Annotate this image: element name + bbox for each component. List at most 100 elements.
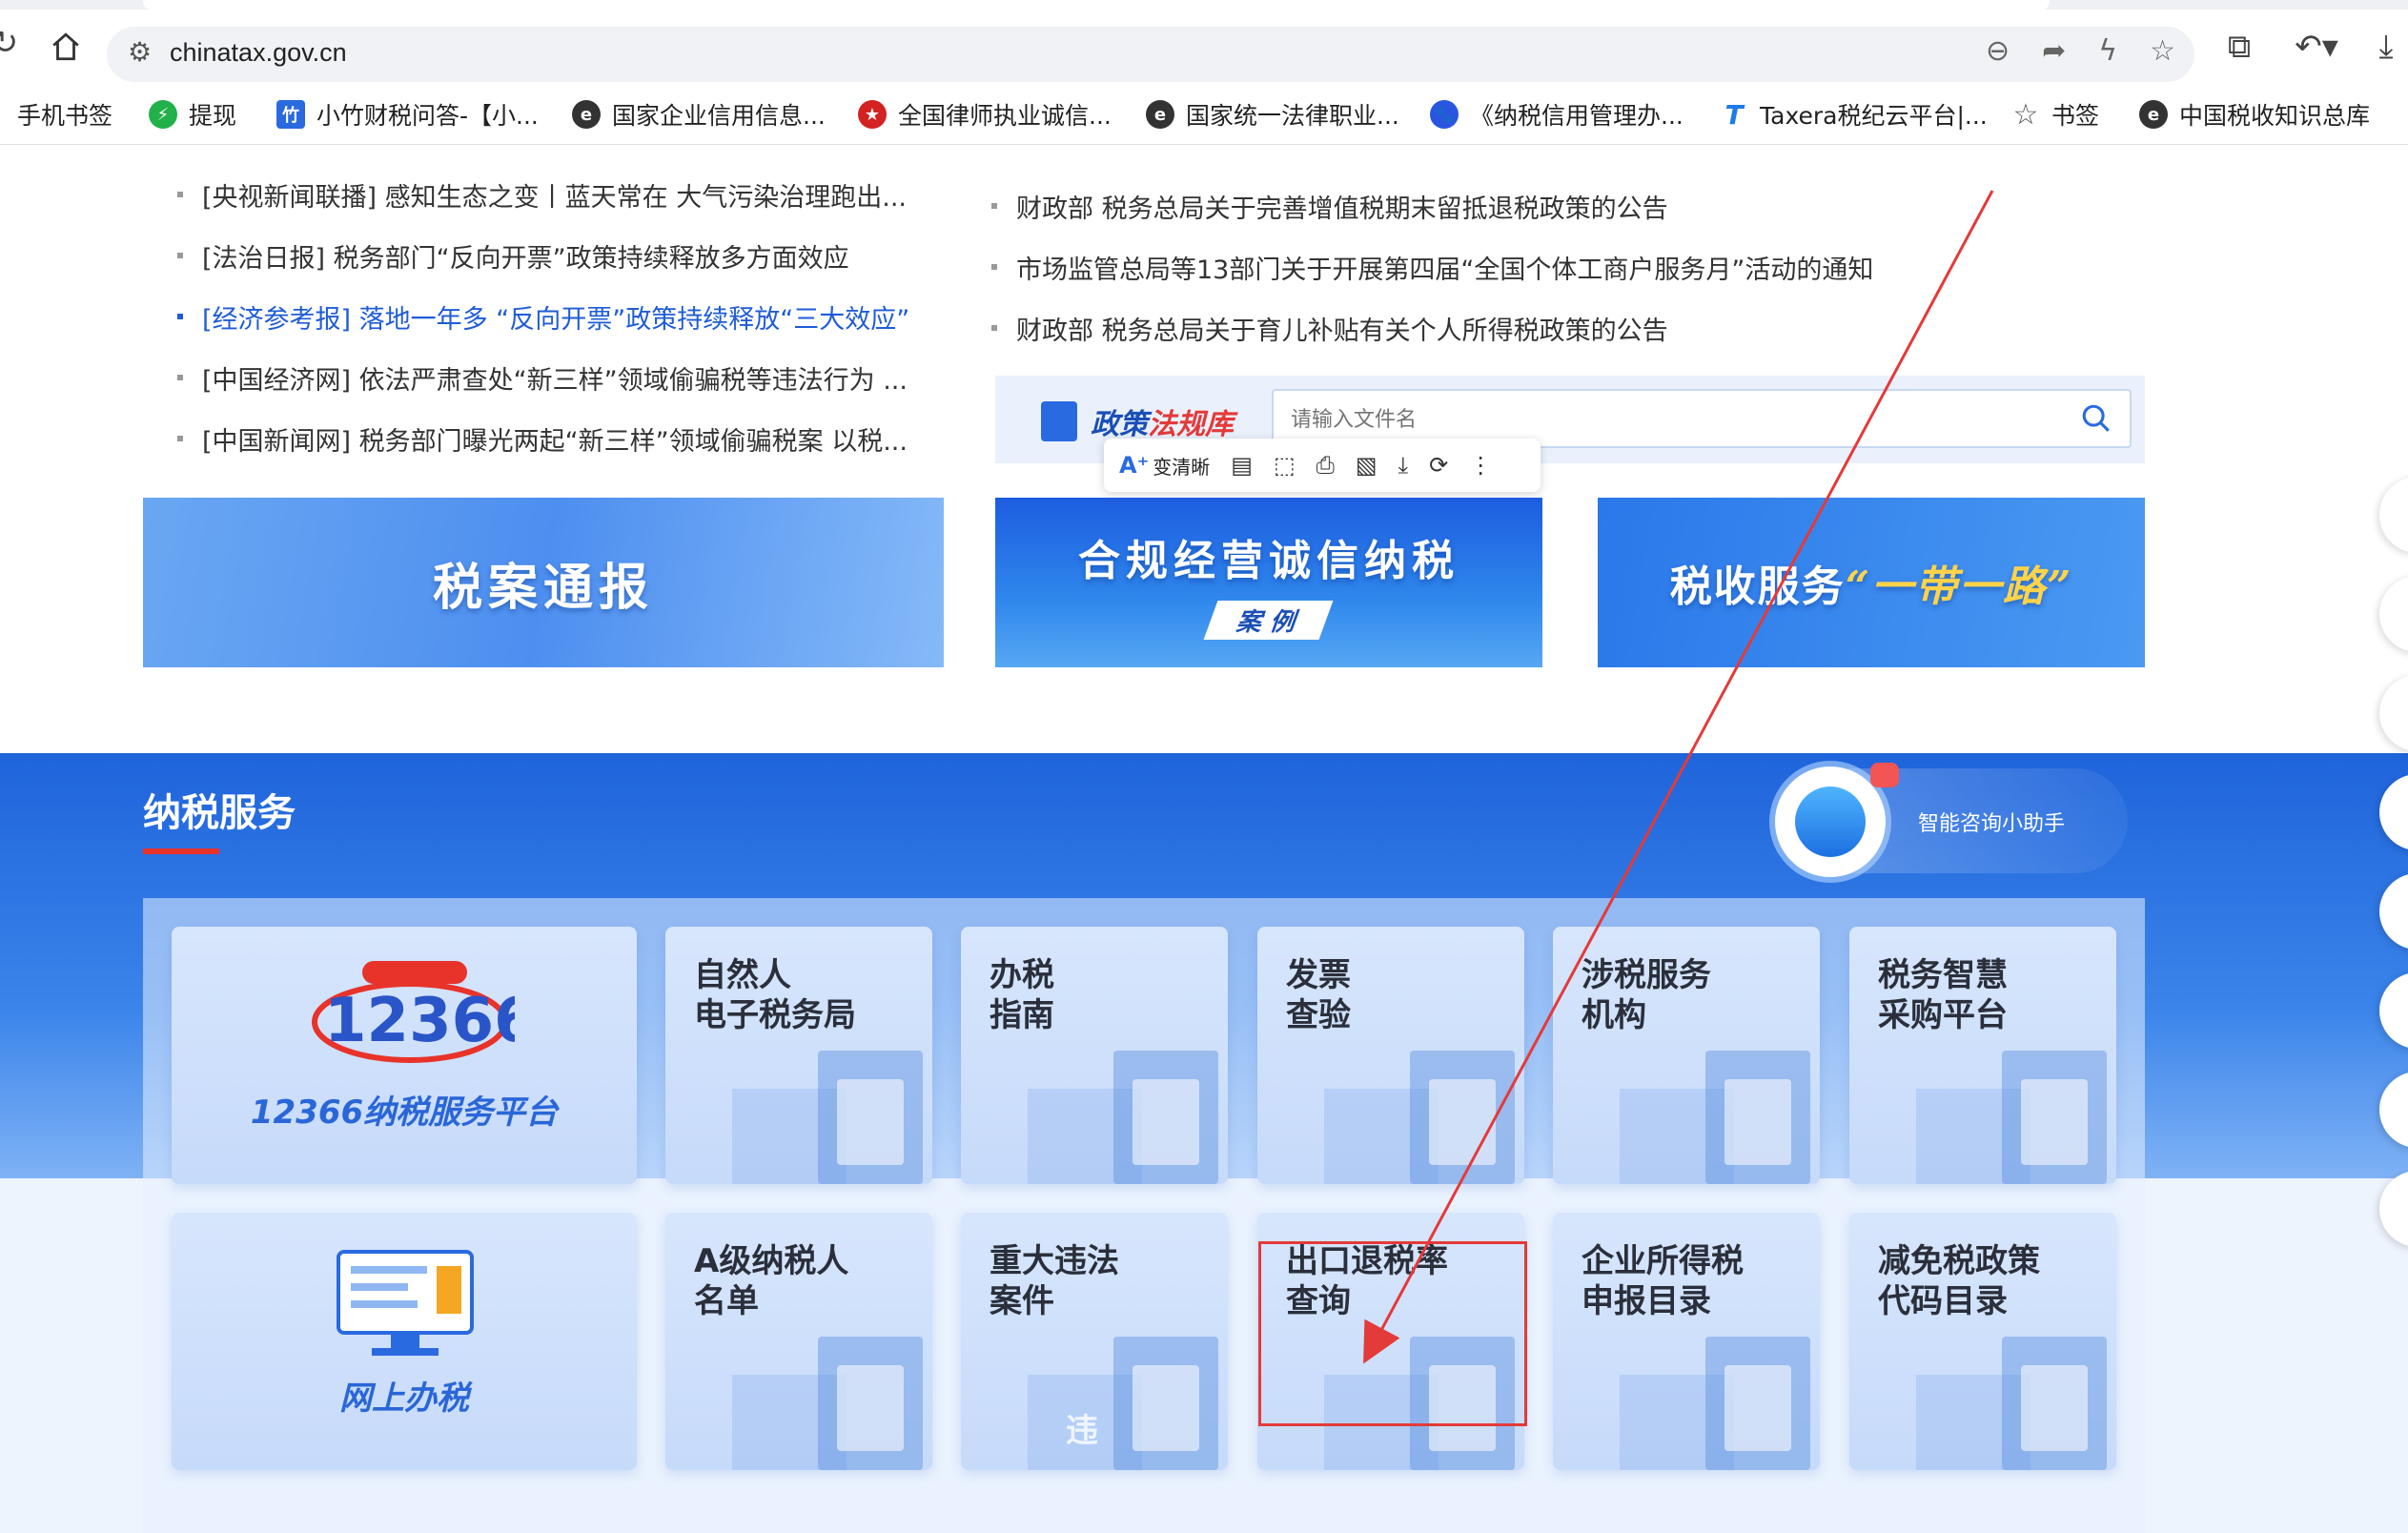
ocr-icon[interactable]: ▤ <box>1231 452 1253 479</box>
share-icon[interactable]: ➦ <box>2042 34 2066 68</box>
enhance-button[interactable]: A⁺ 变清晰 <box>1119 452 1210 480</box>
card-title: 税务智慧 采购平台 <box>1878 956 2008 1034</box>
bookmark-star-icon[interactable]: ☆ <box>2150 34 2175 68</box>
banner-tax-case-report[interactable]: 税案通报 <box>143 498 944 667</box>
undo-menu-icon[interactable]: ↶▾ <box>2288 23 2345 71</box>
bolt-icon[interactable]: ϟ <box>2098 34 2117 68</box>
news-title[interactable]: 市场监管总局等13部门关于开展第四届“全国个体工商户服务月”活动的通知 <box>1016 249 1873 286</box>
download-icon[interactable]: ⤓ <box>1398 452 1409 479</box>
bookmark-label: 手机书签 <box>17 102 113 130</box>
card-tax-exemption-code[interactable]: 减免税政策 代码目录 <box>1849 1213 2116 1470</box>
banner-subtitle: 案 例 <box>1204 600 1334 640</box>
news-list-left: [央视新闻联播] 感知生态之变丨蓝天常在 大气污染治理跑出... [法治日报] … <box>177 164 940 469</box>
bookmark-credit[interactable]: e 国家企业信用信息... <box>572 97 826 132</box>
card-title: 减免税政策 代码目录 <box>1878 1242 2040 1320</box>
active-tab[interactable] <box>143 0 2050 10</box>
news-item[interactable]: [法治日报] 税务部门“反向开票”政策持续释放多方面效应 <box>177 225 940 286</box>
card-cit-declaration[interactable]: 企业所得税 申报目录 <box>1553 1213 1820 1470</box>
gavel-icon: 违 <box>999 1318 1228 1470</box>
taxera-icon: T <box>1724 98 1744 131</box>
banner-title: 税案通报 <box>432 558 654 617</box>
news-title[interactable]: 财政部 税务总局关于育儿补贴有关个人所得税政策的公告 <box>1016 310 1668 347</box>
bookmark-label: 书签 <box>2051 102 2100 130</box>
banner-compliance[interactable]: 合规经营诚信纳税 案 例 <box>995 498 1542 667</box>
card-title: 网上办税 <box>339 1380 469 1418</box>
bookmark-credit-rule[interactable]: 🐾 《纳税信用管理办... <box>1430 97 1684 132</box>
news-item[interactable]: 财政部 税务总局关于完善增值税期末留抵退税政策的公告 <box>991 175 2135 236</box>
news-title[interactable]: 财政部 税务总局关于完善增值税期末留抵退税政策的公告 <box>1016 188 1668 225</box>
news-title[interactable]: [法治日报] 税务部门“反向开票”政策持续释放多方面效应 <box>202 237 849 275</box>
bookmarks-bar: 手机书签 ⚡ 提现 竹小竹财税问答-【小... e 国家企业信用信息... ★ 全国律… <box>0 84 2408 145</box>
url-text[interactable]: chinatax.gov.cn <box>170 38 347 68</box>
image-search-icon[interactable]: ⬚ <box>1274 452 1296 479</box>
search-icon[interactable] <box>2080 402 2112 439</box>
reload-icon[interactable]: ↻ <box>0 19 19 67</box>
bookmark-label: 小竹财税问答-【小... <box>316 102 539 130</box>
banner-belt-road[interactable]: 税收服务“一带一路” <box>1598 498 2145 667</box>
smart-assistant-widget[interactable]: 智能咨询小助手 <box>1775 763 2128 877</box>
card-title: A级纳税人 名单 <box>694 1242 849 1320</box>
12366-logo-icon: 12366 <box>312 961 515 1063</box>
card-title: 涉税服务 机构 <box>1582 956 1711 1034</box>
bullet <box>177 314 183 319</box>
zoom-icon[interactable]: ⊖ <box>1986 34 2010 68</box>
card-tax-guide[interactable]: 办税 指南 <box>961 927 1228 1184</box>
violation-badge: 违 <box>1066 1412 1098 1450</box>
news-title[interactable]: [经济参考报] 落地一年多 “反向开票”政策持续释放“三大效应” <box>202 298 909 336</box>
home-icon[interactable] <box>42 23 90 71</box>
news-title[interactable]: [中国经济网] 依法严肃查处“新三样”领域偷骗税等违法行为 ... <box>202 359 908 397</box>
float-chat-button[interactable] <box>2379 675 2408 751</box>
bookmark-folder[interactable]: ☆ 书签 <box>2011 97 2099 132</box>
bookmark-withdraw[interactable]: ⚡ 提现 <box>149 97 236 132</box>
site-settings-icon[interactable]: ⚙ <box>128 36 152 68</box>
bookmark-taxera[interactable]: T Taxera税纪云平台|... <box>1720 97 1987 132</box>
card-online-tax[interactable]: 网上办税 <box>172 1213 637 1470</box>
headset-icon <box>1775 766 1886 877</box>
extensions-icon[interactable]: ⧉ <box>2215 23 2263 71</box>
bookmark-lawyer[interactable]: ★ 全国律师执业诚信... <box>858 97 1112 132</box>
logo-text-b: 法规库 <box>1148 408 1234 441</box>
card-major-violation[interactable]: 重大违法 案件 违 <box>961 1213 1228 1470</box>
baidu-paw-icon: 🐾 <box>1430 100 1459 129</box>
policy-library-logo[interactable]: 政策法规库 <box>1041 400 1234 442</box>
clipboard-shield-icon <box>1888 1318 2116 1470</box>
card-title: 重大违法 案件 <box>990 1242 1119 1320</box>
bookmark-mobile[interactable]: 手机书签 <box>17 97 112 132</box>
print-icon[interactable]: ⎙ <box>1316 452 1335 479</box>
news-item[interactable]: [中国经济网] 依法严肃查处“新三样”领域偷骗税等违法行为 ... <box>177 347 940 408</box>
card-smart-procurement[interactable]: 税务智慧 采购平台 <box>1849 927 2116 1184</box>
news-item-active[interactable]: [经济参考报] 落地一年多 “反向开票”政策持续释放“三大效应” <box>177 286 940 347</box>
procurement-icon <box>1888 1032 2116 1184</box>
news-title[interactable]: [央视新闻联播] 感知生态之变丨蓝天常在 大气污染治理跑出... <box>202 176 907 214</box>
bookmark-tax-knowledge[interactable]: e 中国税收知识总库 <box>2139 97 2370 132</box>
card-tax-service-agency[interactable]: 涉税服务 机构 <box>1553 927 1820 1184</box>
more-icon[interactable]: ⋮ <box>1469 452 1492 479</box>
card-12366-platform[interactable]: 12366 12366纳税服务平台 <box>172 927 637 1184</box>
card-natural-person-etax[interactable]: 自然人 电子税务局 <box>665 927 932 1184</box>
rotate-icon[interactable]: ⟳ <box>1429 452 1448 479</box>
news-item[interactable]: [中国新闻网] 税务部门曝光两起“新三样”领域偷骗税案 以税... <box>177 408 940 469</box>
news-item[interactable]: 财政部 税务总局关于育儿补贴有关个人所得税政策的公告 <box>991 297 2135 358</box>
policy-search-input[interactable] <box>1291 402 2053 437</box>
section-title-underline <box>143 848 219 854</box>
browser-window: { "browser": { "url": "chinatax.gov.cn",… <box>0 0 2408 1533</box>
star-icon: ☆ <box>2012 97 2039 132</box>
news-title[interactable]: [中国新闻网] 税务部门曝光两起“新三样”领域偷骗税案 以税... <box>202 420 908 458</box>
news-item[interactable]: [央视新闻联播] 感知生态之变丨蓝天常在 大气污染治理跑出... <box>177 164 940 225</box>
address-bar[interactable]: ⚙ chinatax.gov.cn ⊖ ➦ ϟ ☆ <box>107 27 2194 82</box>
card-a-grade-taxpayer[interactable]: A级纳税人 名单 <box>665 1213 932 1470</box>
bullet <box>177 192 183 197</box>
banner-title: 合规经营诚信纳税 <box>1078 536 1459 585</box>
edit-image-icon[interactable]: ▧ <box>1356 452 1377 479</box>
bookmark-xiaozhu[interactable]: 竹小竹财税问答-【小... <box>276 97 539 132</box>
banner-title: 税收服务“一带一路” <box>1670 552 2073 613</box>
download-icon[interactable]: ⤓ <box>2362 23 2408 71</box>
bookmark-law-exam[interactable]: e 国家统一法律职业... <box>1146 97 1399 132</box>
float-button[interactable] <box>2379 576 2408 652</box>
card-invoice-check[interactable]: 发票 查验 <box>1257 927 1524 1184</box>
bookmark-label: 全国律师执业诚信... <box>898 102 1112 130</box>
float-policy-button[interactable] <box>2379 477 2408 553</box>
chart-board-icon <box>1591 1318 1820 1470</box>
news-item[interactable]: 市场监管总局等13部门关于开展第四届“全国个体工商户服务月”活动的通知 <box>991 236 2135 297</box>
news-list-right: 财政部 税务总局关于完善增值税期末留抵退税政策的公告 市场监管总局等13部门关于… <box>991 175 2135 358</box>
